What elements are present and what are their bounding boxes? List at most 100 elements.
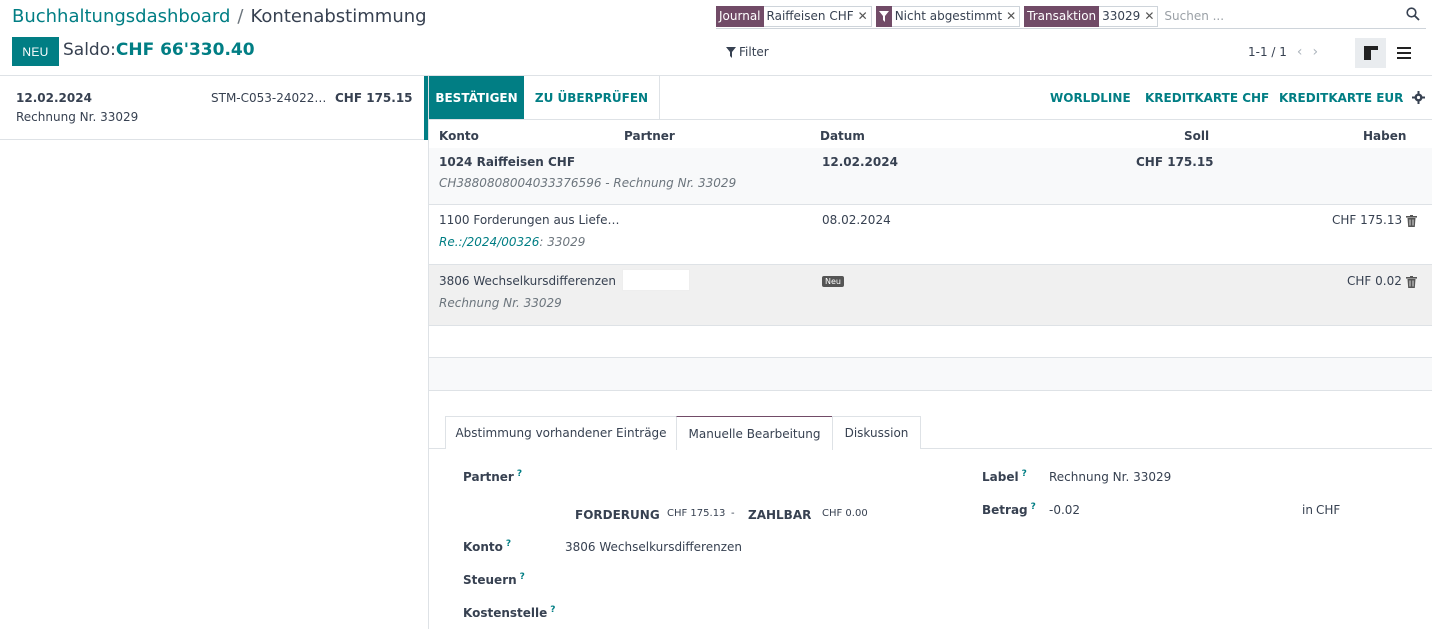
column-header-debit: Soll	[1184, 129, 1210, 143]
partner-placeholder	[616, 151, 684, 173]
line-date: 08.02.2024	[822, 213, 891, 227]
table-row[interactable]: 1024 Raiffeisen CHF CH388080800403337659…	[429, 148, 1432, 205]
currency-field[interactable]: CHF	[1316, 503, 1340, 517]
table-row[interactable]: 1100 Forderungen aus Liefe… Re.:/2024/00…	[429, 205, 1432, 265]
empty-row	[429, 358, 1432, 391]
facet-value: Nicht abgestimmt	[894, 9, 1003, 23]
help-icon[interactable]: ?	[506, 539, 511, 549]
pager: 1-1 / 1 ‹ ›	[1248, 44, 1318, 60]
pager-value[interactable]: 1-1 / 1	[1248, 45, 1287, 59]
line-account: 3806 Wechselkursdifferenzen	[439, 274, 616, 288]
trash-icon[interactable]	[1406, 215, 1417, 231]
filter-icon	[875, 5, 892, 27]
account-field-label: Konto?	[463, 539, 512, 554]
invoice-link[interactable]: Re.:/2024/00326	[439, 235, 539, 249]
facet-label: Journal	[716, 5, 764, 27]
control-panel: Buchhaltungsdashboard / Kontenabstimmung…	[0, 0, 1432, 76]
receivable-button[interactable]: FORDERUNG	[575, 508, 660, 522]
amount-separator: -	[731, 508, 735, 519]
partner-input[interactable]	[622, 269, 690, 291]
search-facet-journal: Journal Raiffeisen CHF ✕	[716, 5, 872, 27]
help-icon[interactable]: ?	[517, 469, 522, 479]
list-view-button[interactable]	[1390, 38, 1418, 68]
remove-facet-icon[interactable]: ✕	[1006, 9, 1016, 23]
analytic-field-label: Kostenstelle?	[463, 605, 556, 620]
breadcrumb-parent-link[interactable]: Buchhaltungsdashboard	[12, 6, 230, 27]
receivable-amount: CHF 175.13	[667, 508, 726, 519]
line-account: 1100 Forderungen aus Liefe…	[439, 213, 620, 227]
filter-toggle-button[interactable]: Filter	[726, 45, 769, 59]
gear-icon[interactable]	[1412, 91, 1425, 108]
kanban-view-icon	[1363, 46, 1378, 60]
help-icon[interactable]: ?	[520, 572, 525, 582]
statement-line-label: Rechnung Nr. 33029	[16, 110, 139, 124]
amount-field[interactable]: -0.02	[1049, 503, 1080, 517]
statement-lines-panel: 12.02.2024 STM-C053-24022… CHF 175.15 Re…	[0, 76, 424, 629]
list-view-icon	[1397, 47, 1411, 59]
filter-icon	[726, 46, 736, 58]
pager-next-icon[interactable]: ›	[1313, 44, 1319, 60]
facet-value: 33029	[1102, 9, 1141, 23]
quick-button-credit-card-eur[interactable]: KREDITKARTE EUR	[1279, 91, 1403, 105]
new-button[interactable]: NEU	[12, 37, 59, 66]
balance-value: CHF 66'330.40	[115, 40, 255, 60]
help-icon[interactable]: ?	[1022, 469, 1027, 479]
column-header-credit: Haben	[1363, 129, 1407, 143]
line-credit: CHF 175.13	[1332, 213, 1403, 227]
quick-button-credit-card-chf[interactable]: KREDITKARTE CHF	[1145, 91, 1269, 105]
line-debit: CHF 175.15	[1136, 155, 1214, 169]
notebook-tabs: Abstimmung vorhandener Einträge Manuelle…	[429, 416, 1432, 450]
kanban-view-button[interactable]	[1355, 38, 1386, 68]
line-credit: CHF 0.02	[1347, 274, 1402, 288]
search-facet-transaction: Transaktion 33029 ✕	[1024, 5, 1159, 27]
help-icon[interactable]: ?	[1031, 502, 1036, 512]
taxes-field-label: Steuern?	[463, 572, 525, 587]
validate-button[interactable]: BESTÄTIGEN	[429, 76, 524, 119]
page-title: Kontenabstimmung	[250, 6, 427, 27]
label-field[interactable]: Rechnung Nr. 33029	[1049, 470, 1171, 484]
lines-table-header: Konto Partner Datum Soll Haben	[429, 120, 1432, 148]
column-header-date: Datum	[820, 129, 865, 143]
search-bar: Journal Raiffeisen CHF ✕ Nicht abgestimmt…	[716, 4, 1426, 29]
reconciliation-panel: BESTÄTIGEN ZU ÜBERPRÜFEN WORLDLINE KREDI…	[429, 76, 1432, 629]
line-label: CH3880808004033376596 - Rechnung Nr. 330…	[439, 176, 737, 190]
amount-field-label: Betrag?	[982, 502, 1036, 517]
account-field[interactable]: 3806 Wechselkursdifferenzen	[565, 540, 742, 554]
line-account: 1024 Raiffeisen CHF	[439, 155, 576, 169]
facet-value: Raiffeisen CHF	[766, 9, 854, 23]
breadcrumb-separator: /	[237, 6, 244, 27]
balance-display: Saldo:CHF 66'330.40	[63, 40, 255, 60]
search-facet-filter: Nicht abgestimmt ✕	[875, 5, 1021, 27]
remove-facet-icon[interactable]: ✕	[1144, 9, 1154, 23]
column-header-account: Konto	[439, 129, 479, 143]
payable-button[interactable]: ZAHLBAR	[748, 508, 811, 522]
help-icon[interactable]: ?	[550, 605, 555, 615]
to-review-button[interactable]: ZU ÜBERPRÜFEN	[524, 76, 660, 119]
search-input[interactable]	[1164, 9, 1385, 23]
balance-label: Saldo:	[63, 40, 116, 60]
label-field-label: Label?	[982, 469, 1027, 484]
quick-button-worldline[interactable]: WORLDLINE	[1050, 91, 1131, 105]
line-date: 12.02.2024	[822, 155, 898, 169]
table-row[interactable]: 3806 Wechselkursdifferenzen Rechnung Nr.…	[429, 265, 1432, 326]
action-bar: BESTÄTIGEN ZU ÜBERPRÜFEN WORLDLINE KREDI…	[429, 76, 1432, 120]
tab-manual-operations[interactable]: Manuelle Bearbeitung	[676, 416, 833, 450]
statement-line-amount: CHF 175.15	[335, 91, 413, 105]
statement-line-card[interactable]: 12.02.2024 STM-C053-24022… CHF 175.15 Re…	[0, 76, 424, 140]
line-label: Rechnung Nr. 33029	[439, 296, 562, 310]
line-label: : 33029	[539, 235, 586, 249]
empty-row	[429, 326, 1432, 358]
new-badge: Neu	[822, 276, 844, 287]
currency-prefix: in	[1302, 503, 1313, 517]
search-icon[interactable]	[1406, 7, 1420, 25]
trash-icon[interactable]	[1406, 276, 1417, 292]
filter-label: Filter	[739, 45, 769, 59]
tab-discussion[interactable]: Diskussion	[832, 416, 921, 449]
column-header-partner: Partner	[624, 129, 675, 143]
remove-facet-icon[interactable]: ✕	[858, 9, 868, 23]
tab-match-existing-entries[interactable]: Abstimmung vorhandener Einträge	[445, 416, 677, 449]
pager-previous-icon[interactable]: ‹	[1297, 44, 1303, 60]
partner-field-label: Partner?	[463, 469, 523, 484]
statement-line-date: 12.02.2024	[16, 91, 92, 105]
payable-amount: CHF 0.00	[822, 508, 868, 519]
